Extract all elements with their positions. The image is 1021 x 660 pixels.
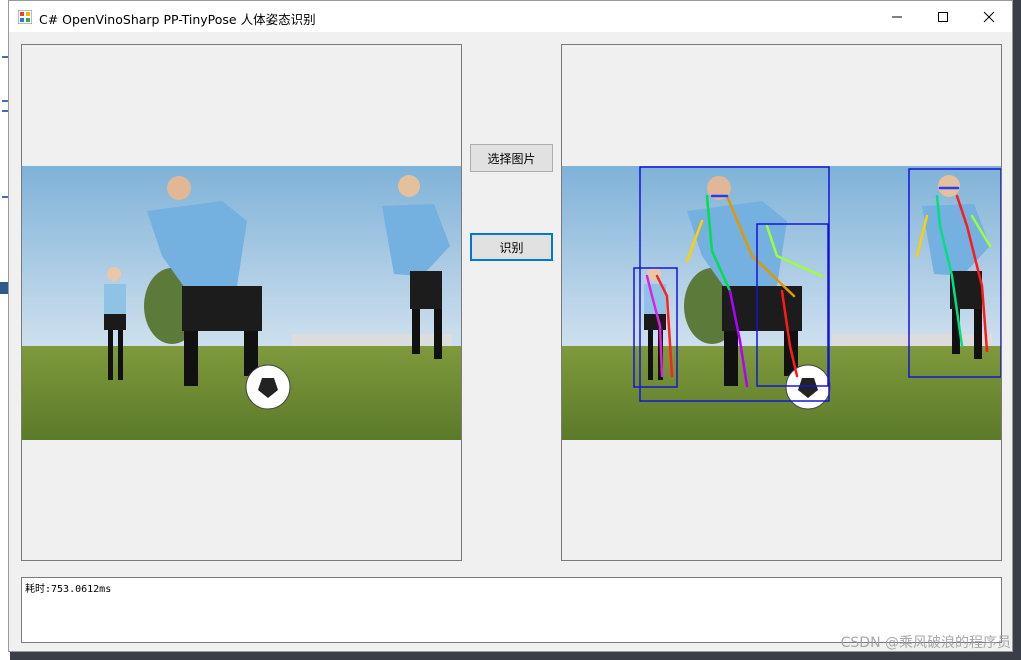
title-bar[interactable]: C# OpenVinoSharp PP-TinyPose 人体姿态识别 [9,1,1012,32]
app-window: C# OpenVinoSharp PP-TinyPose 人体姿态识别 选择图片… [8,0,1013,652]
close-button[interactable] [966,1,1012,32]
source-image-box [21,44,462,561]
result-photo [562,166,1001,440]
maximize-button[interactable] [920,1,966,32]
select-image-button[interactable]: 选择图片 [470,144,553,172]
source-photo [22,166,461,440]
minimize-icon [892,16,902,17]
elapsed-time-text: 耗时:753.0612ms [25,584,112,595]
app-icon [18,10,32,24]
maximize-icon [938,11,948,22]
recognize-button[interactable]: 识别 [470,233,553,261]
window-title: C# OpenVinoSharp PP-TinyPose 人体姿态识别 [39,12,316,27]
watermark: CSDN @乘风破浪的程序员 [840,635,1011,651]
close-icon [983,11,995,22]
minimize-button[interactable] [874,1,920,32]
result-image-box [561,44,1002,561]
